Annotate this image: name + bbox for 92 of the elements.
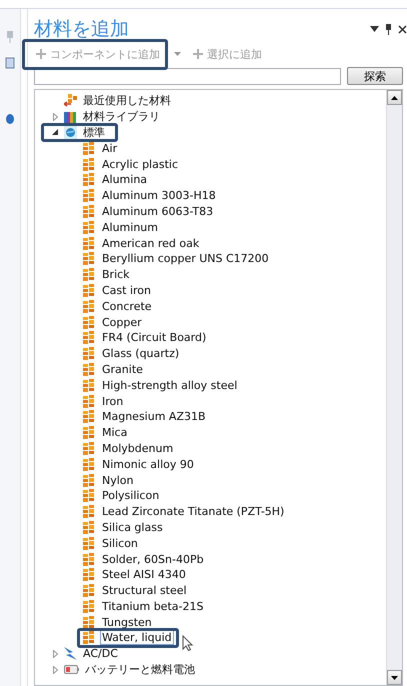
- material-item[interactable]: Nimonic alloy 90: [101, 458, 195, 471]
- material-item[interactable]: Air: [101, 142, 118, 155]
- material-item[interactable]: Iron: [101, 394, 124, 408]
- material-icon: [83, 631, 95, 644]
- material-item[interactable]: FR4 (Circuit Board): [101, 331, 208, 344]
- collapsed-arrow-icon[interactable]: [52, 666, 58, 674]
- material-item[interactable]: Beryllium copper UNS C17200: [101, 252, 270, 266]
- arrow-up-icon: [391, 96, 398, 100]
- material-item[interactable]: Titanium beta-21S: [101, 600, 204, 613]
- material-item[interactable]: Nylon: [101, 474, 134, 487]
- tree-item[interactable]: 標準: [82, 124, 106, 140]
- lightning-icon: [64, 647, 77, 660]
- plus-icon: [36, 49, 46, 59]
- material-item[interactable]: Lead Zirconate Titanate (PZT-5H): [101, 505, 286, 518]
- document-icon[interactable]: [5, 57, 15, 69]
- material-icon: [83, 347, 95, 360]
- material-icon: [83, 584, 95, 598]
- caret-icon[interactable]: [174, 52, 181, 56]
- battery-icon: [64, 665, 79, 674]
- expanded-arrow-icon[interactable]: [52, 129, 58, 136]
- material-item[interactable]: Steel AISI 4340: [101, 568, 187, 582]
- material-icon: [83, 268, 95, 282]
- material-icon: [83, 284, 95, 297]
- dropdown-icon[interactable]: [370, 26, 379, 32]
- close-icon[interactable]: [398, 24, 407, 34]
- material-item[interactable]: Solder, 60Sn-40Pb: [101, 552, 205, 566]
- material-icon: [83, 173, 95, 186]
- material-item[interactable]: Aluminum: [101, 220, 159, 234]
- material-icon: [83, 236, 95, 250]
- material-item[interactable]: Polysilicon: [101, 489, 160, 502]
- material-icon: [83, 474, 95, 487]
- material-icon: [83, 536, 95, 550]
- tree-item[interactable]: 材料ライブラリ: [82, 109, 161, 124]
- material-icon: [83, 189, 95, 202]
- material-item[interactable]: Silicon: [101, 536, 139, 550]
- arrow-down-icon: [391, 676, 398, 680]
- material-icon: [83, 378, 95, 392]
- material-icon: [83, 552, 95, 566]
- plus-icon: [193, 49, 203, 59]
- material-icon: [83, 520, 95, 534]
- material-item[interactable]: Granite: [101, 362, 144, 376]
- material-icon: [83, 458, 95, 471]
- material-item[interactable]: Molybdenum: [101, 442, 174, 455]
- material-icon: [83, 252, 95, 266]
- material-item[interactable]: Structural steel: [101, 584, 188, 598]
- material-item[interactable]: Aluminum 6063-T83: [101, 204, 214, 218]
- material-item[interactable]: Aluminum 3003-H18: [101, 189, 217, 202]
- material-item[interactable]: Water, liquid: [101, 631, 173, 644]
- tree-item[interactable]: バッテリーと燃料電池: [84, 662, 196, 678]
- material-icon: [83, 505, 95, 518]
- tree-item[interactable]: AC/DC: [82, 647, 119, 660]
- search-button[interactable]: 探索: [347, 67, 403, 85]
- material-icon: [83, 316, 95, 329]
- material-item[interactable]: Acrylic plastic: [101, 158, 179, 171]
- material-item[interactable]: Concrete: [101, 300, 153, 313]
- pin-icon[interactable]: [385, 24, 392, 34]
- books-icon: [64, 110, 77, 123]
- material-item[interactable]: Glass (quartz): [101, 347, 180, 360]
- material-icon: [83, 600, 95, 613]
- material-icon: [83, 300, 95, 313]
- material-item[interactable]: Silica glass: [101, 520, 164, 534]
- material-icon: [83, 220, 95, 234]
- material-icon: [83, 142, 95, 155]
- material-item[interactable]: American red oak: [101, 236, 200, 250]
- collapsed-arrow-icon[interactable]: [52, 112, 58, 121]
- mouse-cursor-icon: [182, 635, 193, 652]
- material-icon: [83, 158, 95, 171]
- search-field[interactable]: [34, 68, 341, 84]
- material-item[interactable]: Magnesium AZ31B: [101, 410, 207, 424]
- tree-item[interactable]: 最近使用した材料: [82, 93, 172, 108]
- material-icon: [83, 204, 95, 218]
- material-item[interactable]: Alumina: [101, 173, 148, 186]
- material-icon: [83, 426, 95, 440]
- material-icon: [83, 489, 95, 502]
- material-icon: [83, 362, 95, 376]
- panel-title: 材料を追加: [34, 17, 129, 42]
- recent-materials-icon: [64, 94, 77, 108]
- material-item[interactable]: Brick: [101, 268, 131, 282]
- scroll-down-button[interactable]: [387, 670, 402, 685]
- material-icon: [83, 410, 95, 424]
- material-icon: [83, 616, 95, 629]
- material-icon: [83, 442, 95, 455]
- material-item[interactable]: Mica: [101, 426, 128, 440]
- collapsed-arrow-icon[interactable]: [52, 650, 58, 658]
- scroll-up-button[interactable]: [387, 90, 402, 105]
- material-item[interactable]: Tungsten: [101, 616, 153, 629]
- material-icon: [83, 568, 95, 582]
- material-icon: [83, 394, 95, 408]
- material-item[interactable]: Copper: [101, 316, 143, 329]
- material-item[interactable]: High-strength alloy steel: [101, 378, 238, 392]
- material-item[interactable]: Cast iron: [101, 284, 152, 297]
- material-icon: [83, 331, 95, 344]
